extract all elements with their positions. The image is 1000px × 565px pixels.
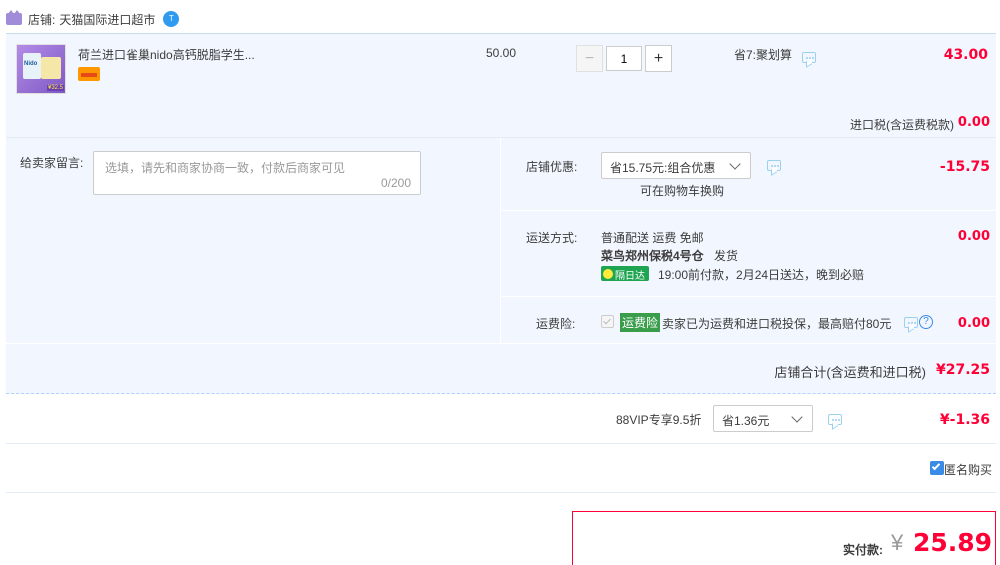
- wangwang-chat-icon[interactable]: T: [163, 11, 180, 27]
- shop-label: 店铺:: [28, 12, 56, 27]
- shop-name-link[interactable]: 天猫国际进口超市: [59, 11, 155, 28]
- shop-discount-amount: -15.75: [939, 159, 990, 175]
- thumb-price-tag: ¥32.5: [46, 85, 64, 91]
- vip-discount-select[interactable]: 省1.36元: [713, 405, 813, 432]
- tax-label: 进口税(含运费税款): [850, 118, 954, 132]
- seller-message-panel: 给卖家留言: 选填，请先和商家协商一致，付款后商家可见 0/200: [6, 138, 500, 343]
- seller-message-counter: 0/200: [380, 176, 411, 190]
- anonymous-checkbox[interactable]: [930, 461, 944, 475]
- next-day-badge: 隔日达: [601, 266, 649, 282]
- unit-price: 50.00: [486, 46, 517, 60]
- vip-discount-amount: ¥-1.36: [939, 412, 990, 428]
- vip-discount-value: 省1.36元: [722, 414, 770, 428]
- shipping-method: 普通配送 运费 免邮: [601, 231, 704, 245]
- options-divider-vertical: [500, 138, 501, 343]
- order-options: 给卖家留言: 选填，请先和商家协商一致，付款后商家可见 0/200 店铺优惠: …: [6, 137, 996, 394]
- tax-value: 0.00: [957, 115, 990, 130]
- insurance-label: 运费险:: [536, 317, 576, 331]
- pay-currency: ¥: [891, 530, 904, 555]
- item-subtotal: 43.00: [943, 47, 988, 63]
- insurance-chat-icon[interactable]: [904, 317, 918, 328]
- shipping-fee: 0.00: [957, 229, 990, 244]
- insurance-text: 卖家已为运费和进口税投保，最高赔付80元: [662, 317, 892, 331]
- shop-total-row: 店铺合计(含运费和进口税) ¥27.25: [6, 343, 996, 395]
- item-row: Nido ¥32.5 荷兰进口雀巢nido高钙脱脂学生... 50.00 − +…: [6, 33, 996, 137]
- vip-label: 88VIP专享9.5折: [616, 413, 702, 427]
- vip-row: 88VIP专享9.5折 省1.36元 ¥-1.36: [6, 395, 996, 444]
- insurance-value: 0.00: [957, 316, 990, 331]
- shop-discount-label: 店铺优惠:: [526, 160, 578, 174]
- right-options: 店铺优惠: 省15.75元:组合优惠 可在购物车换购 -15.75 运送方式: …: [500, 138, 996, 343]
- lightning-icon: [603, 269, 613, 279]
- shop-discount-row: 店铺优惠: 省15.75元:组合优惠 可在购物车换购 -15.75: [500, 138, 996, 211]
- quantity-stepper: − +: [576, 45, 672, 72]
- shipping-label: 运送方式:: [526, 231, 578, 245]
- pay-label: 实付款:: [843, 543, 883, 557]
- insurance-row: 运费险: 运费险 卖家已为运费和进口税投保，最高赔付80元 ? 0.00: [500, 297, 996, 343]
- quantity-input[interactable]: [606, 46, 642, 71]
- shipping-row: 运送方式: 普通配送 运费 免邮 菜鸟郑州保税4号仓 发货 隔日达 19:00前…: [500, 211, 996, 297]
- credit-card-icon[interactable]: [78, 67, 100, 81]
- insurance-tag: 运费险: [620, 313, 661, 332]
- quantity-plus-button[interactable]: +: [645, 45, 672, 72]
- shop-discount-select[interactable]: 省15.75元:组合优惠: [601, 152, 751, 179]
- item-title-link[interactable]: 荷兰进口雀巢nido高钙脱脂学生...: [78, 46, 255, 63]
- shop-discount-value: 省15.75元:组合优惠: [610, 161, 716, 175]
- seller-message-label: 给卖家留言:: [20, 156, 84, 170]
- item-promo-label: 省7:聚划算: [734, 48, 793, 62]
- anonymous-row: 匿名购买: [6, 444, 996, 493]
- shipping-eta: 19:00前付款，2月24日送达，晚到必赔: [658, 268, 865, 282]
- product-can-label: Nido: [24, 61, 38, 67]
- shop-total-value: ¥27.25: [935, 362, 990, 378]
- help-icon[interactable]: ?: [919, 315, 933, 329]
- vip-info-icon[interactable]: [828, 414, 842, 425]
- tmall-cat-icon: [6, 10, 22, 25]
- shipping-warehouse: 菜鸟郑州保税4号仓: [601, 249, 704, 263]
- discount-info-icon[interactable]: [767, 160, 781, 171]
- anonymous-label: 匿名购买: [943, 463, 992, 477]
- promo-info-icon[interactable]: [802, 52, 816, 63]
- quantity-minus-button[interactable]: −: [576, 45, 603, 72]
- chevron-down-icon: [791, 411, 803, 423]
- shipping-dispatch-text: 发货: [714, 249, 739, 263]
- seller-message-placeholder: 选填，请先和商家协商一致，付款后商家可见: [105, 161, 346, 175]
- next-day-badge-label: 隔日达: [615, 270, 645, 282]
- shop-total-label: 店铺合计(含运费和进口税): [774, 365, 926, 380]
- shop-header: 店铺: 天猫国际进口超市 T: [6, 10, 180, 28]
- seller-message-field[interactable]: 选填，请先和商家协商一致，付款后商家可见 0/200: [93, 151, 421, 195]
- insurance-checkbox[interactable]: [601, 315, 614, 328]
- pay-amount: 25.89: [913, 528, 993, 557]
- item-thumbnail[interactable]: Nido ¥32.5: [16, 44, 66, 94]
- chevron-down-icon: [729, 158, 741, 170]
- discount-exchange-note: 可在购物车换购: [640, 184, 725, 198]
- payment-summary: 实付款: ¥ 25.89: [572, 511, 996, 565]
